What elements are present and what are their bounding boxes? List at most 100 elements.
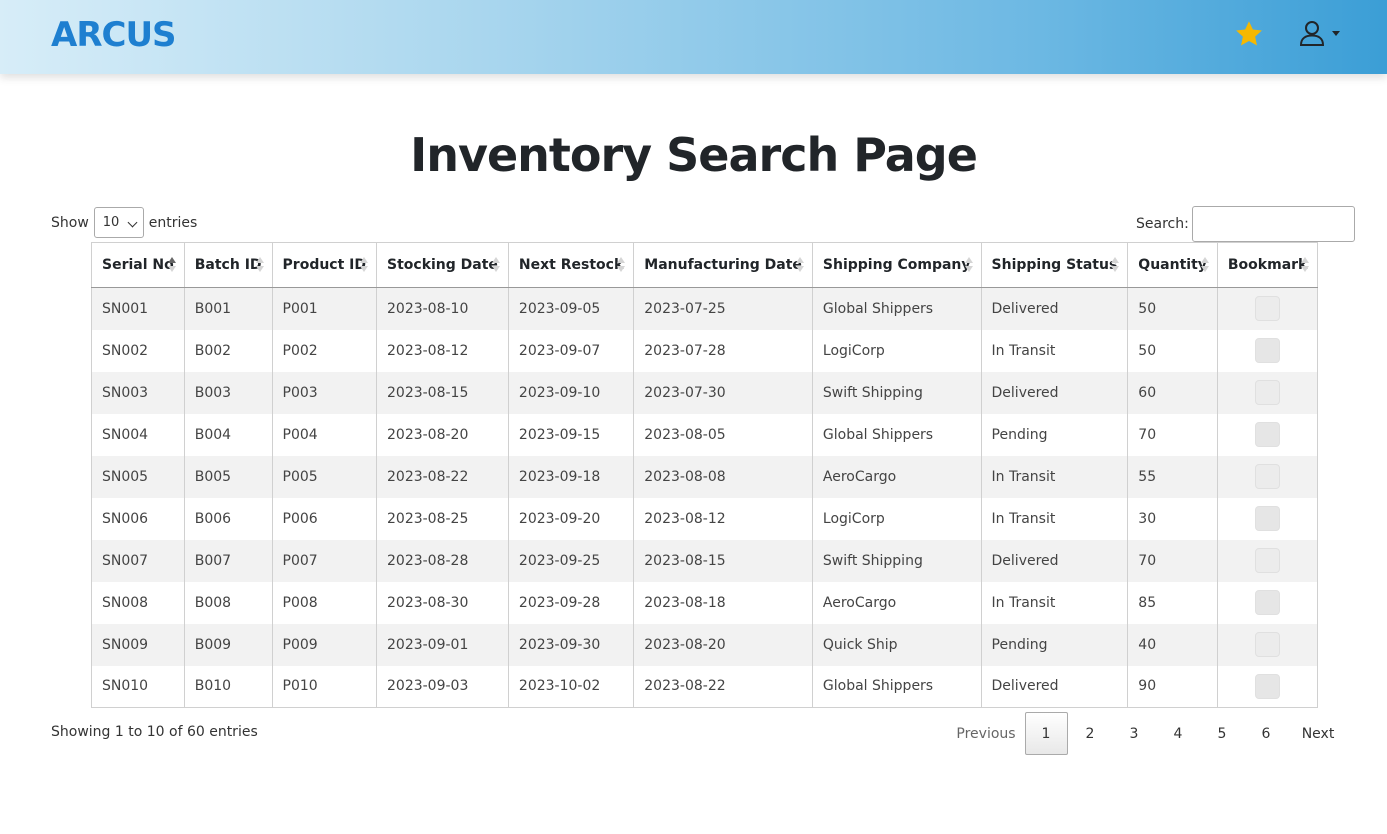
cell-product-id: P007 — [271, 539, 378, 582]
cell-serial-no: SN010 — [91, 665, 185, 708]
cell-shipping-company: Global Shippers — [811, 665, 982, 708]
bookmark-checkbox[interactable] — [1255, 422, 1281, 447]
cell-bookmark — [1216, 665, 1319, 708]
table-row: SN001 B001 P001 2023-08-10 2023-09-05 2023-07… — [91, 287, 1319, 330]
cell-batch-id: B007 — [183, 539, 273, 582]
cell-product-id: P003 — [271, 371, 378, 414]
cell-quantity: 30 — [1127, 497, 1218, 540]
previous-page-button[interactable]: Previous — [948, 712, 1024, 755]
bookmark-checkbox[interactable] — [1255, 673, 1281, 699]
cell-batch-id: B001 — [183, 287, 273, 330]
cell-shipping-company: AeroCargo — [811, 581, 982, 624]
cell-bookmark — [1216, 371, 1319, 414]
bookmark-checkbox[interactable] — [1255, 590, 1281, 615]
user-icon — [1299, 21, 1325, 46]
cell-stocking-date: 2023-08-15 — [376, 371, 509, 414]
cell-shipping-status: In Transit — [980, 329, 1129, 372]
entries-per-page-select[interactable]: 10 — [93, 207, 144, 238]
cell-stocking-date: 2023-08-30 — [376, 581, 509, 624]
column-header-label: Manufacturing Date — [644, 257, 802, 273]
chevron-down-icon — [127, 217, 138, 228]
bookmark-checkbox[interactable] — [1255, 338, 1281, 363]
column-header-serial-no[interactable]: Serial No — [91, 242, 185, 288]
cell-shipping-status: In Transit — [980, 581, 1129, 624]
table-info: Showing 1 to 10 of 60 entries — [51, 724, 258, 740]
bookmark-checkbox[interactable] — [1255, 296, 1281, 322]
cell-batch-id: B009 — [183, 623, 273, 666]
cell-shipping-status: Delivered — [980, 287, 1129, 330]
cell-product-id: P002 — [271, 329, 378, 372]
cell-bookmark — [1216, 455, 1319, 498]
sort-icon — [964, 257, 973, 273]
table-row: SN002 B002 P002 2023-08-12 2023-09-07 2023-07… — [91, 329, 1319, 372]
bookmark-checkbox[interactable] — [1255, 548, 1281, 573]
sort-icon — [360, 257, 368, 273]
cell-next-restock: 2023-09-20 — [507, 497, 635, 540]
table-row: SN006 B006 P006 2023-08-25 2023-09-20 2023-08… — [91, 497, 1319, 540]
cell-shipping-status: In Transit — [980, 455, 1129, 498]
cell-next-restock: 2023-09-15 — [507, 413, 635, 456]
cell-batch-id: B003 — [183, 371, 273, 414]
column-header-stocking-date[interactable]: Stocking Date — [376, 242, 509, 288]
cell-next-restock: 2023-09-28 — [507, 581, 635, 624]
cell-batch-id: B008 — [183, 581, 273, 624]
cell-stocking-date: 2023-08-12 — [376, 329, 509, 372]
column-header-shipping-company[interactable]: Shipping Company — [811, 242, 982, 288]
cell-next-restock: 2023-09-05 — [507, 287, 635, 330]
cell-manufacturing-date: 2023-08-20 — [633, 623, 813, 666]
cell-stocking-date: 2023-09-03 — [376, 665, 509, 708]
cell-manufacturing-date: 2023-08-18 — [633, 581, 813, 624]
column-header-label: Next Restock — [518, 257, 624, 273]
page-button-4[interactable]: 4 — [1157, 712, 1200, 755]
cell-serial-no: SN004 — [91, 413, 185, 456]
column-header-quantity[interactable]: Quantity — [1127, 242, 1218, 288]
cell-serial-no: SN001 — [91, 287, 185, 330]
table-row: SN007 B007 P007 2023-08-28 2023-09-25 2023-08… — [91, 539, 1319, 582]
cell-batch-id: B006 — [183, 497, 273, 540]
star-icon[interactable] — [1234, 19, 1264, 49]
cell-next-restock: 2023-09-25 — [507, 539, 635, 582]
page-button-2[interactable]: 2 — [1069, 712, 1112, 755]
cell-batch-id: B010 — [183, 665, 273, 708]
cell-next-restock: 2023-09-30 — [507, 623, 635, 666]
page-button-1[interactable]: 1 — [1024, 712, 1068, 755]
page-button-6[interactable]: 6 — [1245, 712, 1288, 755]
bookmark-checkbox[interactable] — [1255, 464, 1281, 489]
cell-manufacturing-date: 2023-08-12 — [633, 497, 813, 540]
column-header-product-id[interactable]: Product ID — [271, 242, 378, 288]
search-input[interactable] — [1191, 206, 1355, 242]
sort-icon — [1200, 257, 1209, 273]
cell-shipping-company: Global Shippers — [811, 287, 982, 330]
cell-product-id: P001 — [271, 287, 378, 330]
column-header-manufacturing-date[interactable]: Manufacturing Date — [633, 242, 813, 288]
bookmark-checkbox[interactable] — [1255, 380, 1281, 405]
cell-serial-no: SN002 — [91, 329, 185, 372]
column-header-shipping-status[interactable]: Shipping Status — [980, 242, 1129, 288]
cell-serial-no: SN007 — [91, 539, 185, 582]
table-header-row: Serial No Batch ID Product ID Stocking Date… — [91, 242, 1319, 288]
page-button-3[interactable]: 3 — [1113, 712, 1156, 755]
arcus-logo[interactable]: ARCUS — [51, 14, 181, 54]
cell-serial-no: SN003 — [91, 371, 185, 414]
column-header-label: Shipping Status — [991, 257, 1118, 273]
page-title: Inventory Search Page — [410, 128, 978, 182]
user-menu-button[interactable] — [1298, 19, 1342, 49]
cell-serial-no: SN005 — [91, 455, 185, 498]
entries-per-page-value: 10 — [102, 215, 120, 230]
bookmark-checkbox[interactable] — [1255, 506, 1281, 531]
cell-shipping-status: Pending — [980, 623, 1129, 666]
cell-manufacturing-date: 2023-08-22 — [633, 665, 813, 708]
cell-quantity: 90 — [1127, 665, 1218, 708]
cell-bookmark — [1216, 287, 1319, 330]
column-header-batch-id[interactable]: Batch ID — [183, 242, 273, 288]
next-page-button[interactable]: Next — [1288, 712, 1348, 755]
column-header-label: Product ID — [282, 257, 366, 273]
column-header-bookmark[interactable]: Bookmark — [1216, 242, 1319, 288]
cell-quantity: 60 — [1127, 371, 1218, 414]
cell-product-id: P006 — [271, 497, 378, 540]
show-label: Show — [51, 214, 89, 231]
bookmark-checkbox[interactable] — [1255, 632, 1281, 657]
page-button-5[interactable]: 5 — [1201, 712, 1244, 755]
cell-stocking-date: 2023-08-10 — [376, 287, 509, 330]
column-header-next-restock[interactable]: Next Restock — [507, 242, 635, 288]
